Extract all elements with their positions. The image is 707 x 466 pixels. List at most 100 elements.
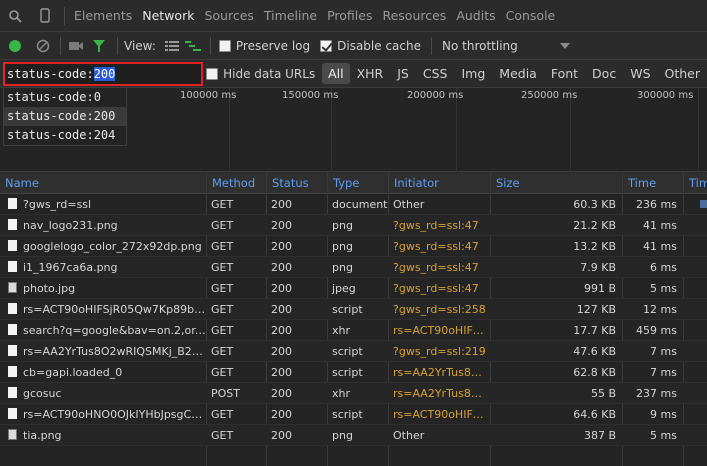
tab-elements[interactable]: Elements <box>69 0 137 32</box>
filter-input[interactable]: status-code:200 <box>3 62 203 86</box>
script-file-icon <box>8 408 17 419</box>
suggestion-item[interactable]: status-code:0 <box>4 88 126 107</box>
filter-type-js[interactable]: JS <box>390 66 416 81</box>
overview-icon[interactable] <box>182 33 204 59</box>
table-row[interactable]: rs=ACT90oHIFSjR05Qw7Kp89bam… GET 200 scr… <box>0 299 707 320</box>
table-row[interactable]: tia.png GET 200 png Other 387 B 5 ms <box>0 425 707 446</box>
request-size: 64.6 KB <box>573 408 616 421</box>
column-header-method[interactable]: Method <box>206 172 266 194</box>
request-time: 459 ms <box>636 324 677 337</box>
request-name: photo.jpg <box>0 278 206 298</box>
request-name-text: rs=ACT90oHIFSjR05Qw7Kp89bam… <box>23 303 206 316</box>
table-row[interactable]: i1_1967ca6a.png GET 200 png ?gws_rd=ssl:… <box>0 257 707 278</box>
table-row[interactable]: gcosuc POST 200 xhr rs=AA2YrTus8O2… 55 B… <box>0 383 707 404</box>
request-status: 200 <box>271 282 292 295</box>
tab-audits[interactable]: Audits <box>451 0 500 32</box>
filter-text-selected: 200 <box>93 67 116 81</box>
request-name: search?q=google&bav=on.2,or.r_c… <box>0 320 206 340</box>
preserve-log-box[interactable] <box>218 39 231 52</box>
suggestion-item[interactable]: status-code:204 <box>4 126 126 145</box>
request-time: 9 ms <box>650 408 677 421</box>
inspect-element-icon[interactable] <box>0 0 30 32</box>
filter-type-media[interactable]: Media <box>492 66 544 81</box>
request-initiator-link[interactable]: rs=ACT90oHIFSjR… <box>388 404 490 424</box>
screenshot-icon[interactable] <box>65 33 87 59</box>
filter-type-doc[interactable]: Doc <box>585 66 623 81</box>
table-row[interactable]: googlelogo_color_272x92dp.png GET 200 pn… <box>0 236 707 257</box>
disable-cache-checkbox[interactable]: Disable cache <box>320 39 421 53</box>
table-row[interactable]: photo.jpg GET 200 jpeg ?gws_rd=ssl:47 99… <box>0 278 707 299</box>
tab-sources[interactable]: Sources <box>199 0 258 32</box>
request-method: GET <box>211 219 234 232</box>
column-header-time[interactable]: Time <box>622 172 683 194</box>
suggestion-item-selected[interactable]: status-code:200 <box>4 107 126 126</box>
column-header-type[interactable]: Type <box>327 172 388 194</box>
request-type: xhr <box>332 387 351 400</box>
tab-resources[interactable]: Resources <box>377 0 451 32</box>
filter-type-all[interactable]: All <box>322 63 350 84</box>
request-size: 387 B <box>583 429 616 442</box>
image-file-icon <box>8 261 17 272</box>
request-size: 47.6 KB <box>573 345 616 358</box>
request-method: GET <box>211 408 234 421</box>
request-initiator-link[interactable]: rs=ACT90oHIFSjR… <box>388 320 490 340</box>
request-time: 5 ms <box>650 282 677 295</box>
column-header-status[interactable]: Status <box>266 172 327 194</box>
filter-type-css[interactable]: CSS <box>416 66 455 81</box>
request-name: googlelogo_color_272x92dp.png <box>0 236 206 256</box>
record-icon[interactable] <box>0 33 30 59</box>
table-row[interactable]: cb=gapi.loaded_0 GET 200 script rs=AA2Yr… <box>0 362 707 383</box>
large-rows-icon[interactable] <box>162 33 182 59</box>
request-initiator-link[interactable]: rs=AA2YrTus8O2… <box>388 383 490 403</box>
request-initiator-link[interactable]: rs=AA2YrTus8O2… <box>388 362 490 382</box>
request-initiator-link[interactable]: ?gws_rd=ssl:47 <box>388 215 490 235</box>
request-name-text: i1_1967ca6a.png <box>23 261 118 274</box>
request-initiator-link[interactable]: ?gws_rd=ssl:47 <box>388 257 490 277</box>
column-header-name[interactable]: Name <box>0 172 206 194</box>
tab-profiles[interactable]: Profiles <box>322 0 377 32</box>
column-header-initiator[interactable]: Initiator <box>388 172 490 194</box>
request-initiator-link[interactable]: ?gws_rd=ssl:258 <box>388 299 490 319</box>
request-time: 7 ms <box>650 345 677 358</box>
request-status: 200 <box>271 261 292 274</box>
tab-network[interactable]: Network <box>137 0 199 32</box>
table-row[interactable]: nav_logo231.png GET 200 png ?gws_rd=ssl:… <box>0 215 707 236</box>
table-row[interactable]: search?q=google&bav=on.2,or.r_c… GET 200… <box>0 320 707 341</box>
request-initiator-link[interactable]: ?gws_rd=ssl:47 <box>388 236 490 256</box>
table-row[interactable]: ?gws_rd=ssl GET 200 document Other 60.3 … <box>0 194 707 215</box>
tab-console[interactable]: Console <box>501 0 561 32</box>
request-type: script <box>332 366 363 379</box>
filter-type-font[interactable]: Font <box>544 66 585 81</box>
column-header-size[interactable]: Size <box>490 172 622 194</box>
disable-cache-box[interactable] <box>320 39 333 52</box>
table-row[interactable]: rs=ACT90oHNO0OJkIYHbJpsgCco… GET 200 scr… <box>0 404 707 425</box>
request-initiator-link[interactable]: ?gws_rd=ssl:47 <box>388 278 490 298</box>
request-status: 200 <box>271 198 292 211</box>
throttling-select[interactable]: No throttling <box>442 39 570 53</box>
script-file-icon <box>8 366 17 377</box>
requests-table-header: Name Method Status Type Initiator Size T… <box>0 172 707 194</box>
column-header-timeline[interactable]: Timeline <box>683 172 707 194</box>
script-file-icon <box>8 345 17 356</box>
device-mode-icon[interactable] <box>30 0 60 32</box>
preserve-log-checkbox[interactable]: Preserve log <box>218 39 310 53</box>
request-type: jpeg <box>332 282 356 295</box>
tab-timeline[interactable]: Timeline <box>259 0 322 32</box>
hide-data-urls-checkbox[interactable]: Hide data URLs <box>206 67 315 81</box>
request-name-text: googlelogo_color_272x92dp.png <box>23 240 202 253</box>
filter-type-ws[interactable]: WS <box>623 66 657 81</box>
request-name-text: ?gws_rd=ssl <box>23 198 92 211</box>
request-name-text: gcosuc <box>23 387 62 400</box>
filter-type-other[interactable]: Other <box>658 66 707 81</box>
request-time: 6 ms <box>650 261 677 274</box>
request-status: 200 <box>271 429 292 442</box>
clear-icon[interactable] <box>30 33 56 59</box>
hide-data-urls-box[interactable] <box>206 67 219 80</box>
filter-type-xhr[interactable]: XHR <box>350 66 391 81</box>
filter-type-img[interactable]: Img <box>454 66 492 81</box>
request-name-text: search?q=google&bav=on.2,or.r_c… <box>23 324 206 337</box>
table-row[interactable]: rs=AA2YrTus8O2wRIQSMKj_B28_if… GET 200 s… <box>0 341 707 362</box>
request-initiator-link[interactable]: ?gws_rd=ssl:219 <box>388 341 490 361</box>
request-name: rs=AA2YrTus8O2wRIQSMKj_B28_if… <box>0 341 206 361</box>
filter-icon[interactable] <box>87 33 111 59</box>
